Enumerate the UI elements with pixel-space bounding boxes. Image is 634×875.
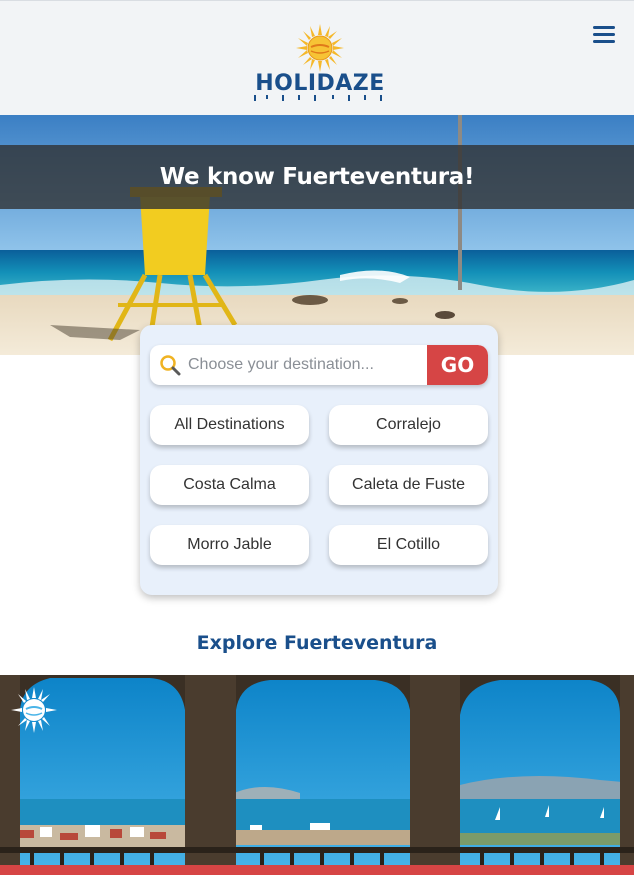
destination-button-el-cotillo[interactable]: El Cotillo (329, 525, 488, 565)
hamburger-menu-icon[interactable] (590, 23, 618, 47)
search-icon (160, 355, 181, 376)
explore-hero-image[interactable] (0, 675, 634, 875)
bottom-accent-bar (0, 865, 634, 875)
sun-icon (296, 24, 344, 72)
arches-harbor-image (0, 675, 634, 875)
destination-button-costa-calma[interactable]: Costa Calma (150, 465, 309, 505)
destination-button-corralejo[interactable]: Corralejo (329, 405, 488, 445)
destination-button-morro-jable[interactable]: Morro Jable (150, 525, 309, 565)
explore-section-title: Explore Fuerteventura (196, 632, 438, 654)
destination-search-input[interactable] (188, 345, 426, 385)
hero-section: We know Fuerteventura! (0, 115, 634, 355)
go-button[interactable]: GO (427, 345, 488, 385)
destination-button-all-destinations[interactable]: All Destinations (150, 405, 309, 445)
destination-search-card: GO All Destinations Corralejo Costa Calm… (140, 325, 498, 595)
search-bar: GO (150, 345, 488, 385)
hero-title: We know Fuerteventura! (159, 164, 475, 190)
logo-text: HOLIDAZE (255, 71, 385, 96)
logo-drips (254, 95, 382, 101)
holidaze-logo[interactable]: HOLIDAZE (250, 23, 390, 103)
sun-watermark-icon (11, 687, 57, 733)
site-header: HOLIDAZE (0, 0, 634, 115)
destination-button-caleta-de-fuste[interactable]: Caleta de Fuste (329, 465, 488, 505)
hero-banner: We know Fuerteventura! (0, 145, 634, 209)
